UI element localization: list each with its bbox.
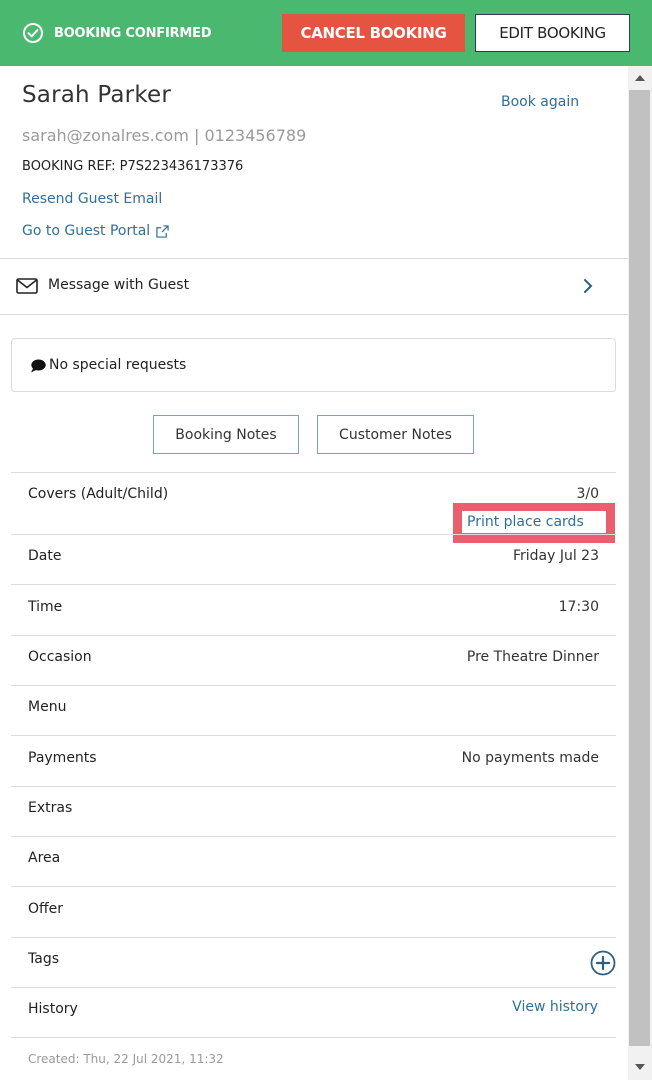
guest-portal-label: Go to Guest Portal <box>22 223 151 239</box>
booking-reference: BOOKING REF: P7S223436173376 <box>22 159 244 174</box>
time-value: 17:30 <box>558 599 599 615</box>
tags-label: Tags <box>28 951 59 967</box>
special-requests-text: No special requests <box>49 357 187 373</box>
row-divider <box>11 735 616 736</box>
created-timestamp: Created: Thu, 22 Jul 2021, 11:32 <box>28 1052 224 1066</box>
history-label: History <box>28 1001 78 1017</box>
speech-bubble-icon <box>31 359 46 373</box>
booking-notes-button[interactable]: Booking Notes <box>153 415 299 454</box>
offer-label: Offer <box>28 901 64 917</box>
row-divider <box>11 584 616 585</box>
row-divider <box>11 937 616 938</box>
row-divider <box>11 635 616 636</box>
cancel-booking-button[interactable]: CANCEL BOOKING <box>282 14 465 52</box>
scrollbar-thumb[interactable] <box>629 90 650 1046</box>
customer-notes-button[interactable]: Customer Notes <box>317 415 474 454</box>
row-divider <box>11 1037 616 1038</box>
covers-value: 3/0 <box>576 486 599 502</box>
guest-contact: sarah@zonalres.com | 0123456789 <box>22 126 307 145</box>
occasion-label: Occasion <box>28 649 92 665</box>
scroll-up-arrow-icon[interactable] <box>635 75 645 81</box>
divider <box>0 314 628 315</box>
check-circle-icon <box>23 23 43 43</box>
row-divider <box>11 685 616 686</box>
special-requests-panel: No special requests <box>11 338 616 392</box>
resend-guest-email-link[interactable]: Resend Guest Email <box>22 191 162 207</box>
message-with-guest-label: Message with Guest <box>48 277 190 293</box>
payments-label: Payments <box>28 750 97 766</box>
extras-label: Extras <box>28 800 73 816</box>
row-divider <box>11 786 616 787</box>
scrollbar[interactable] <box>628 66 652 1080</box>
status-text: BOOKING CONFIRMED <box>54 25 212 41</box>
chevron-right-icon <box>584 279 593 293</box>
booking-status: BOOKING CONFIRMED <box>22 22 212 44</box>
status-header: BOOKING CONFIRMED CANCEL BOOKING EDIT BO… <box>0 0 652 66</box>
scroll-down-arrow-icon[interactable] <box>635 1064 645 1070</box>
book-again-link[interactable]: Book again <box>501 94 579 110</box>
menu-label: Menu <box>28 699 67 715</box>
row-divider <box>11 534 616 535</box>
time-label: Time <box>28 599 63 615</box>
add-tag-plus-icon[interactable] <box>590 950 616 976</box>
guest-portal-link[interactable]: Go to Guest Portal <box>22 223 169 239</box>
area-label: Area <box>28 850 61 866</box>
covers-label: Covers (Adult/Child) <box>28 486 169 502</box>
message-with-guest-row[interactable]: Message with Guest <box>0 259 628 314</box>
guest-name: Sarah Parker <box>22 82 172 108</box>
occasion-value: Pre Theatre Dinner <box>466 649 599 665</box>
view-history-link[interactable]: View history <box>512 999 598 1015</box>
external-link-icon <box>156 224 169 238</box>
row-divider <box>11 886 616 887</box>
print-place-cards-link[interactable]: Print place cards <box>467 514 584 530</box>
edit-booking-button[interactable]: EDIT BOOKING <box>475 14 630 52</box>
date-label: Date <box>28 548 62 564</box>
row-divider <box>11 987 616 988</box>
payments-value: No payments made <box>461 750 599 766</box>
row-divider <box>11 472 616 473</box>
date-value: Friday Jul 23 <box>512 548 599 564</box>
row-divider <box>11 836 616 837</box>
envelope-icon <box>16 278 38 294</box>
